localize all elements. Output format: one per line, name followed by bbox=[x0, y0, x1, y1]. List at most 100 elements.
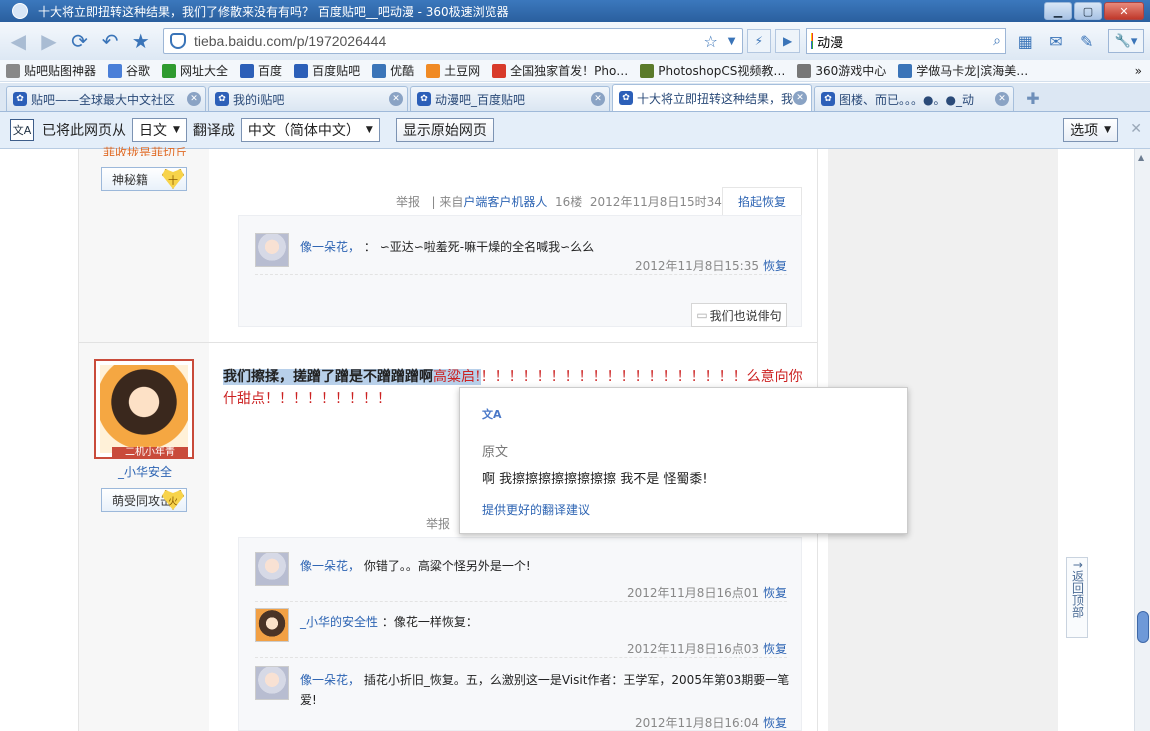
source-prefix: | 来自 bbox=[431, 195, 464, 209]
chevron-down-icon: ▼ bbox=[1104, 125, 1111, 135]
window-title: 十大将立即扭转这种结果，我们了修散来没有有吗？ 百度贴吧__吧动漫 - 360极… bbox=[38, 4, 509, 19]
user-icon[interactable] bbox=[12, 3, 28, 19]
reply-text: 像一朵花， 你错了。。高粱个怪另外是一个! bbox=[300, 556, 790, 576]
badge-button[interactable]: 神秘籍 十 bbox=[101, 167, 187, 191]
reply-link[interactable]: 恢复 bbox=[763, 259, 787, 273]
bookmark-item[interactable]: 全国独家首发！Pho… bbox=[492, 62, 628, 79]
target-language-select[interactable]: 中文（简体中文） ▼ bbox=[240, 118, 380, 142]
browser-tab[interactable]: ✿ 十大将立即扭转这种结果，我 ✕ bbox=[612, 84, 812, 111]
browser-tab[interactable]: ✿ 动漫吧_百度贴吧 ✕ bbox=[410, 86, 610, 111]
original-text: 啊 我擦擦擦擦擦擦擦擦 我不是 怪蜀黍! bbox=[482, 472, 708, 487]
say-something-button[interactable]: ▭ 我们也说俳句 bbox=[691, 303, 787, 327]
reply-link[interactable]: 恢复 bbox=[763, 716, 787, 730]
bookmark-icon bbox=[294, 63, 309, 78]
search-box[interactable]: ⌕ bbox=[805, 28, 1006, 54]
bookmark-item[interactable]: PhotoshopCS视频教… bbox=[640, 62, 785, 79]
baidu-paw-icon: ✿ bbox=[821, 92, 835, 106]
back-to-top-button[interactable]: ↑返回顶部 bbox=[1066, 557, 1088, 638]
source-link[interactable]: 户端客户机器人 bbox=[463, 195, 547, 209]
reply-time-row: 2012年11月8日15:35 恢复 bbox=[635, 257, 787, 274]
search-icon[interactable]: ⌕ bbox=[993, 33, 1001, 49]
url-dropdown-icon[interactable]: ▼ bbox=[728, 36, 736, 47]
reply-username[interactable]: 像一朵花， bbox=[300, 673, 360, 687]
close-button[interactable]: ✕ bbox=[1104, 2, 1144, 20]
forward-icon[interactable]: ▶ bbox=[37, 28, 62, 54]
reply-username[interactable]: _小华的安全性 bbox=[300, 615, 378, 629]
bookmark-icon bbox=[6, 63, 20, 78]
mouse-gesture-icon[interactable]: ✎ bbox=[1075, 29, 1098, 53]
bookmarks-more-icon[interactable]: » bbox=[1135, 64, 1142, 78]
window-titlebar: 十大将立即扭转这种结果，我们了修散来没有有吗？ 百度贴吧__吧动漫 - 360极… bbox=[0, 0, 1150, 22]
tab-close-icon[interactable]: ✕ bbox=[793, 91, 807, 105]
avatar[interactable] bbox=[255, 608, 289, 642]
scroll-up-icon[interactable]: ▲ bbox=[1138, 153, 1144, 162]
report-link[interactable]: 举报 bbox=[396, 195, 420, 209]
search-engine-icon[interactable] bbox=[810, 33, 814, 49]
options-button[interactable]: 选项 ▼ bbox=[1063, 118, 1118, 142]
target-language-value: 中文（简体中文） bbox=[247, 123, 360, 139]
minimize-button[interactable]: ▁ bbox=[1044, 2, 1072, 20]
bookmark-star-icon[interactable]: ☆ bbox=[703, 32, 717, 51]
bookmark-item[interactable]: 土豆网 bbox=[426, 62, 480, 79]
bookmark-item[interactable]: 优酷 bbox=[372, 62, 414, 79]
reply-username[interactable]: 像一朵花， bbox=[300, 240, 360, 254]
avatar[interactable] bbox=[255, 552, 289, 586]
author-username[interactable]: _小华安全 bbox=[100, 463, 190, 480]
author-avatar[interactable]: 二机小年青 bbox=[94, 359, 194, 459]
tab-close-icon[interactable]: ✕ bbox=[591, 92, 605, 106]
browser-tab[interactable]: ✿ 图楼、而已。。。●。●_动 ✕ bbox=[814, 86, 1014, 111]
bookmark-icon bbox=[797, 63, 812, 78]
go-icon[interactable]: ▶ bbox=[775, 29, 800, 53]
badge-shield-icon: 十 bbox=[162, 169, 184, 189]
bookmark-label: 全国独家首发！Pho… bbox=[510, 64, 629, 78]
browser-tab[interactable]: ✿ 贴吧——全球最大中文社区 ✕ bbox=[6, 86, 206, 111]
reply-link[interactable]: 恢复 bbox=[763, 586, 787, 600]
tab-close-icon[interactable]: ✕ bbox=[187, 92, 201, 106]
badge-button[interactable]: 萌受同攻击 火 bbox=[101, 488, 187, 512]
translate-close-icon[interactable]: ✕ bbox=[1130, 121, 1142, 137]
reply-link[interactable]: 恢复 bbox=[763, 642, 787, 656]
refresh-icon[interactable]: ⟳ bbox=[67, 28, 92, 54]
bookmark-item[interactable]: 百度 bbox=[240, 62, 282, 79]
reply-username[interactable]: 像一朵花， bbox=[300, 559, 360, 573]
collapse-reply-button[interactable]: 掐起恢复 bbox=[722, 187, 802, 215]
maximize-button[interactable]: ▢ bbox=[1074, 2, 1102, 20]
wrench-menu-icon[interactable]: 🔧▾ bbox=[1108, 29, 1145, 53]
favorite-star-icon[interactable]: ★ bbox=[128, 28, 153, 54]
better-translation-link[interactable]: 提供更好的翻译建议 bbox=[482, 501, 590, 518]
translate-icon: 文A bbox=[10, 119, 34, 141]
bookmark-label: 网址大全 bbox=[180, 64, 229, 78]
lightning-icon[interactable]: ⚡ bbox=[746, 29, 772, 53]
tab-label: 十大将立即扭转这种结果，我 bbox=[637, 91, 793, 106]
post-meta: 举报 | 来自户端客户机器人 16楼 2012年11月8日15时34分 bbox=[396, 193, 734, 210]
tab-close-icon[interactable]: ✕ bbox=[389, 92, 403, 106]
apps-grid-icon[interactable]: ▦ bbox=[1014, 29, 1037, 53]
vertical-scrollbar[interactable]: ▲ bbox=[1134, 149, 1150, 731]
translate-prefix: 已将此网页从 bbox=[42, 123, 126, 139]
undo-icon[interactable]: ↶ bbox=[98, 28, 123, 54]
bookmark-item[interactable]: 谷歌 bbox=[108, 62, 150, 79]
search-input[interactable] bbox=[817, 33, 994, 49]
post-divider bbox=[79, 342, 817, 343]
bookmark-item[interactable]: 学做马卡龙|滨海美… bbox=[898, 62, 1028, 79]
bookmark-label: 360游戏中心 bbox=[815, 64, 887, 78]
bookmark-item[interactable]: 百度贴吧 bbox=[294, 62, 360, 79]
avatar[interactable] bbox=[255, 666, 289, 700]
back-icon[interactable]: ◀ bbox=[6, 28, 31, 54]
new-tab-icon[interactable]: ✚ bbox=[1020, 87, 1046, 109]
show-original-button[interactable]: 显示原始网页 bbox=[395, 118, 494, 142]
source-language-select[interactable]: 日文 ▼ bbox=[132, 118, 187, 142]
bookmark-item[interactable]: 网址大全 bbox=[162, 62, 228, 79]
bookmark-item[interactable]: 360游戏中心 bbox=[797, 62, 886, 79]
avatar[interactable] bbox=[255, 233, 289, 267]
reply-item: _小华的安全性 ：像花一样恢复： 2012年11月8日16点03 恢复 bbox=[255, 608, 787, 658]
browser-tab[interactable]: ✿ 我的i贴吧 ✕ bbox=[208, 86, 408, 111]
clean-icon[interactable]: ✉ bbox=[1045, 29, 1068, 53]
report-link[interactable]: 举报 bbox=[426, 515, 450, 532]
scrollbar-thumb[interactable] bbox=[1137, 611, 1149, 643]
bookmark-item[interactable]: 贴吧贴图神器 bbox=[6, 62, 96, 79]
address-bar[interactable]: ☆ ▼ bbox=[162, 28, 743, 54]
url-input[interactable] bbox=[193, 33, 698, 49]
tab-close-icon[interactable]: ✕ bbox=[995, 92, 1009, 106]
reply-box: 像一朵花， ： ∽亚达∽啦羞死-嘛干燥的全名喊我∽么么 2012年11月8日15… bbox=[238, 215, 802, 327]
